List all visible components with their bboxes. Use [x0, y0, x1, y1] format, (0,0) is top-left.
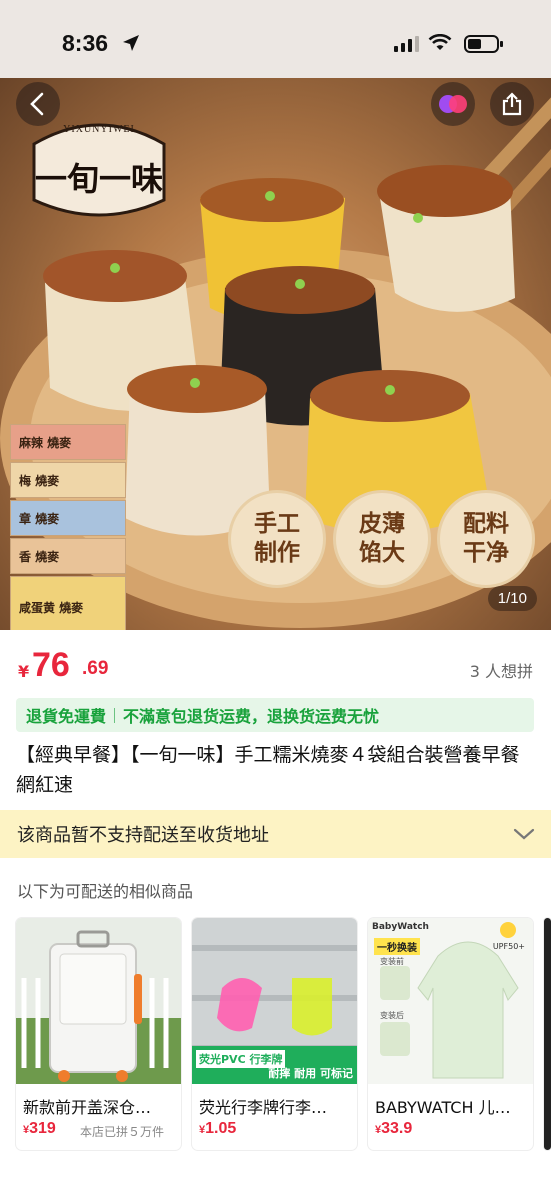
- similar-products-label: 以下为可配送的相似商品: [17, 882, 194, 901]
- location-arrow-icon: [123, 35, 139, 51]
- product-card-sold: 本店已拼５万件: [80, 1125, 165, 1139]
- battery-icon: [464, 35, 503, 53]
- price-decimal: .69: [82, 658, 109, 679]
- product-card[interactable]: 荧光PVC 行李牌 耐摔 耐用 可标记 荧光行李牌行李… ¥1.05: [192, 918, 357, 1150]
- product-card-title: 新款前开盖深仓…: [23, 1098, 152, 1117]
- feature-badge-text: 配料 干净: [463, 511, 509, 566]
- feature-badge: 配料 干净: [437, 490, 535, 588]
- package-item: 章 燒麥: [10, 500, 126, 536]
- promo-free-return: 退貨免運費: [26, 707, 107, 726]
- promo-guarantee: 不滿意包退货运费，退换货运费无忧: [123, 707, 380, 726]
- brand-latin-name: YIXUNYIWEI: [63, 124, 135, 135]
- status-time: 8:36: [62, 30, 109, 56]
- feature-badge-text: 手工 制作: [254, 511, 300, 566]
- mascot-icon: [439, 95, 467, 113]
- price-currency: ¥: [18, 662, 30, 681]
- product-card[interactable]: 新款前开盖深仓… ¥319 本店已拼５万件: [16, 918, 181, 1150]
- product-card-price: ¥319: [23, 1120, 56, 1138]
- product-card-price: ¥1.05: [199, 1120, 236, 1138]
- package-item: 咸蛋黄 燒麥: [10, 576, 126, 630]
- status-bar: 8:36: [0, 0, 551, 78]
- feature-badge-text: 皮薄 馅大: [359, 511, 405, 566]
- promo-bar[interactable]: 退貨免運費 不滿意包退货运费，退换货运费无忧: [16, 698, 534, 732]
- feature-badge: 手工 制作: [228, 490, 326, 588]
- wifi-icon: [428, 34, 452, 50]
- product-card-image: BabyWatch 一秒换装 变装前 变装后 UPF50+: [368, 918, 533, 1084]
- product-card-image: 荧光PVC 行李牌 耐摔 耐用 可标记: [192, 918, 357, 1084]
- brand-chinese-name: 一旬一味: [34, 160, 163, 198]
- package-item: 香 燒麥: [10, 538, 126, 574]
- product-card-image: [16, 918, 181, 1084]
- cellular-signal-icon: [394, 36, 419, 52]
- chevron-down-icon: [513, 828, 535, 840]
- product-card-image-tags: 耐摔 耐用 可标记: [268, 1067, 353, 1080]
- brand-logo: YIXUNYIWEI 一旬一味: [26, 114, 172, 222]
- product-card-price: ¥33.9: [375, 1120, 412, 1138]
- product-card[interactable]: BabyWatch 一秒换装 变装前 变装后 UPF50+ BABYWATCH …: [368, 918, 533, 1150]
- want-to-group-count: 3 人想拼: [469, 662, 533, 681]
- delivery-notice-text: 该商品暂不支持配送至收货地址: [17, 825, 269, 846]
- jacket-image: [380, 922, 519, 1079]
- share-button[interactable]: [490, 82, 534, 126]
- share-icon: [502, 92, 522, 116]
- chevron-left-icon: [30, 92, 44, 116]
- promo-divider: [114, 707, 116, 723]
- product-card-price-value: 319: [29, 1120, 56, 1137]
- product-card-title: 荧光行李牌行李…: [199, 1098, 328, 1117]
- feature-badge: 皮薄 馅大: [333, 490, 431, 588]
- package-item: 麻辣 燒麥: [10, 424, 126, 460]
- product-hero-image[interactable]: YIXUNYIWEI 一旬一味 麻辣 燒麥 梅 燒麥 章 燒麥 香 燒麥 咸蛋黄…: [0, 78, 551, 630]
- product-card-title: BABYWATCH 儿…: [375, 1098, 511, 1117]
- mascot-button[interactable]: [431, 82, 475, 126]
- product-card-partial[interactable]: [544, 918, 551, 1150]
- price-row: ¥ 76 .69 3 人想拼: [18, 646, 533, 686]
- delivery-notice[interactable]: 该商品暂不支持配送至收货地址: [0, 810, 551, 858]
- price-integer: 76: [32, 646, 70, 684]
- package-item: 梅 燒麥: [10, 462, 126, 498]
- suitcase-image: [16, 918, 181, 1084]
- similar-products-list[interactable]: 新款前开盖深仓… ¥319 本店已拼５万件 荧光PVC 行李牌 耐摔 耐用 可标…: [16, 918, 551, 1150]
- product-card-price-value: 33.9: [381, 1120, 413, 1137]
- product-title: 【經典早餐】【一旬一味】手工糯米燒麥４袋組合裝營養早餐網紅速: [16, 744, 520, 796]
- image-page-indicator: 1/10: [487, 586, 537, 611]
- product-card-price-value: 1.05: [205, 1120, 237, 1137]
- package-stack: 麻辣 燒麥 梅 燒麥 章 燒麥 香 燒麥 咸蛋黄 燒麥: [10, 424, 130, 630]
